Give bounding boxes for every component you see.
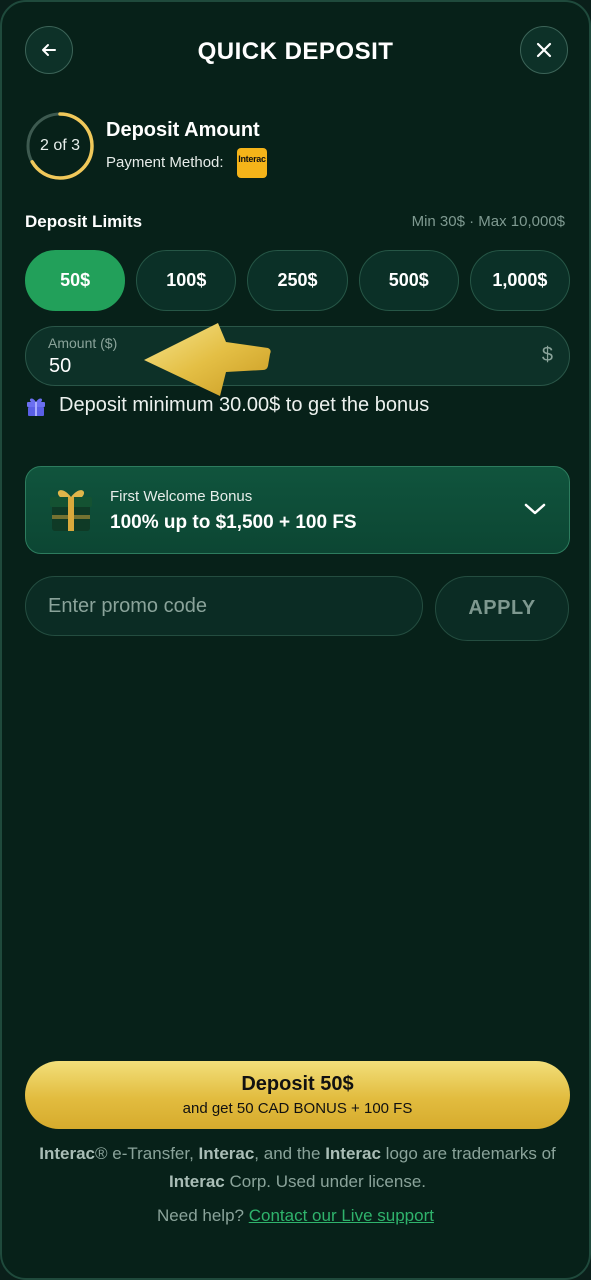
- amount-option-100[interactable]: 100$: [136, 250, 237, 311]
- amount-input[interactable]: Amount ($) 50 $: [25, 326, 570, 386]
- live-support-link[interactable]: Contact our Live support: [249, 1206, 434, 1225]
- bonus-title: First Welcome Bonus: [110, 488, 253, 505]
- page-title: QUICK DEPOSIT: [197, 38, 394, 65]
- deposit-button-label: Deposit 50$: [241, 1073, 354, 1095]
- amount-option-250[interactable]: 250$: [247, 250, 348, 311]
- close-button[interactable]: [520, 26, 568, 74]
- deposit-button-sublabel: and get 50 CAD BONUS + 100 FS: [182, 1100, 413, 1117]
- pointer-arrow-icon: [144, 323, 271, 396]
- gift-icon: [27, 398, 45, 416]
- interac-logo: Interac: [237, 148, 267, 178]
- trademark-notice: Interac® e-Transfer, Interac, and the In…: [39, 1144, 556, 1191]
- gift-box-icon: [50, 490, 92, 531]
- promo-code-input[interactable]: [25, 576, 423, 636]
- welcome-bonus-selector[interactable]: First Welcome Bonus 100% up to $1,500 + …: [25, 466, 570, 554]
- amount-option-1000[interactable]: 1,000$: [469, 250, 571, 311]
- help-prefix: Need help?: [157, 1206, 244, 1225]
- apply-promo-button[interactable]: APPLY: [435, 576, 569, 641]
- interac-logo-text: Interac: [238, 154, 266, 164]
- payment-method-label: Payment Method:: [106, 154, 224, 171]
- amount-input-value[interactable]: 50: [49, 355, 71, 378]
- currency-symbol: $: [541, 344, 553, 366]
- step-title: Deposit Amount: [106, 119, 260, 141]
- chevron-down-icon: [524, 503, 546, 515]
- step-indicator: 2 of 3: [39, 137, 81, 154]
- quick-deposit-panel: QUICK DEPOSIT 2 of 3 Deposit Amount Paym…: [0, 0, 591, 1280]
- preset-amounts: 50$ 100$ 250$ 500$ 1,000$: [25, 250, 571, 311]
- amount-option-500[interactable]: 500$: [358, 250, 459, 311]
- close-icon: [536, 42, 552, 58]
- bonus-offer: 100% up to $1,500 + 100 FS: [110, 512, 357, 533]
- deposit-limits-title: Deposit Limits: [25, 212, 143, 231]
- help-line: Need help? Contact our Live support: [2, 1206, 589, 1226]
- deposit-button[interactable]: Deposit 50$ and get 50 CAD BONUS + 100 F…: [25, 1061, 570, 1129]
- bonus-requirement-note: Deposit minimum 30.00$ to get the bonus: [59, 394, 430, 416]
- deposit-limits-range: Min 30$ · Max 10,000$: [411, 213, 565, 230]
- amount-option-50[interactable]: 50$: [25, 250, 126, 311]
- amount-input-label: Amount ($): [48, 335, 118, 351]
